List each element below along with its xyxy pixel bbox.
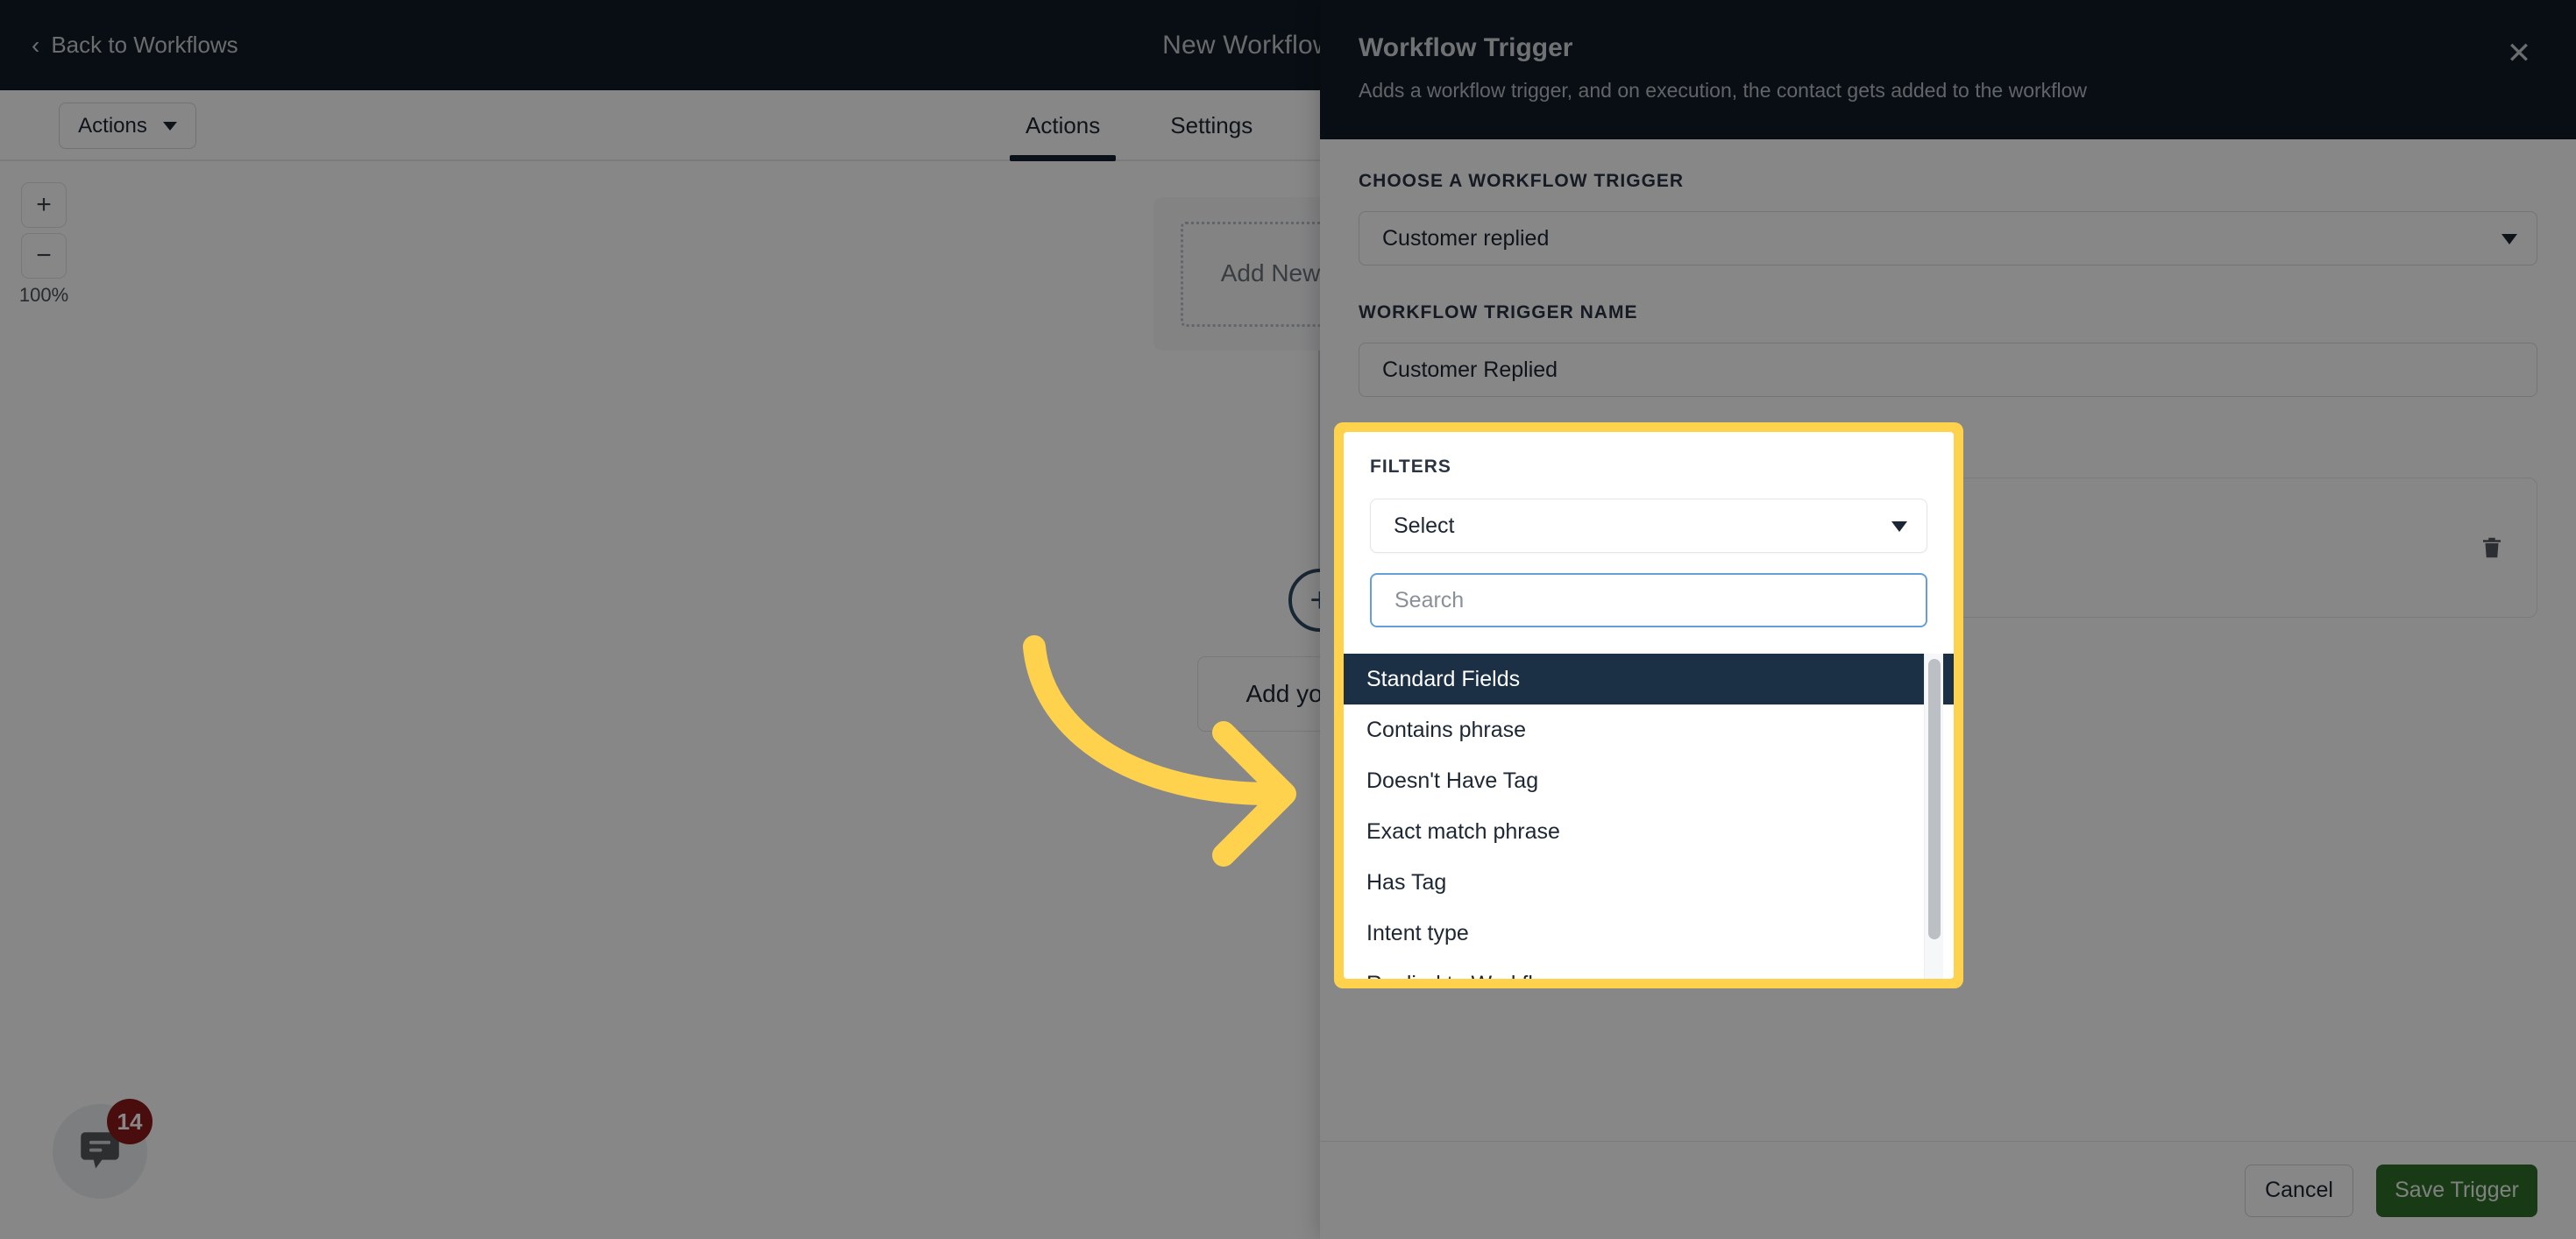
actions-dropdown-label: Actions xyxy=(78,113,147,138)
app-background: ‹ Back to Workflows New Workflow : 1687 … xyxy=(0,0,2576,1239)
filter-search-input[interactable]: Search xyxy=(1370,573,1927,627)
filter-option-replied-to-workflow[interactable]: Replied to Workflow xyxy=(1344,959,1954,980)
tab-actions[interactable]: Actions xyxy=(990,90,1135,161)
filter-dropdown-panel: FILTERS Select Search Standard Fields Co… xyxy=(1344,432,1954,979)
zoom-controls: + − 100% xyxy=(14,182,74,307)
panel-header: Workflow Trigger Adds a workflow trigger… xyxy=(1320,0,2576,139)
panel-title: Workflow Trigger xyxy=(1359,33,1573,62)
tab-settings[interactable]: Settings xyxy=(1135,90,1288,161)
chat-unread-badge: 14 xyxy=(107,1099,153,1144)
filter-option-doesnt-have-tag[interactable]: Doesn't Have Tag xyxy=(1344,755,1954,806)
filter-option-label: Replied to Workflow xyxy=(1366,972,1561,980)
cancel-button[interactable]: Cancel xyxy=(2245,1164,2353,1217)
filter-search-placeholder: Search xyxy=(1394,587,1465,612)
filter-list-scrollbar-thumb[interactable] xyxy=(1928,659,1941,939)
filter-option-contains-phrase[interactable]: Contains phrase xyxy=(1344,704,1954,755)
save-trigger-button[interactable]: Save Trigger xyxy=(2376,1164,2537,1217)
filter-option-intent-type[interactable]: Intent type xyxy=(1344,908,1954,959)
filter-option-standard-fields[interactable]: Standard Fields xyxy=(1344,654,1954,704)
chevron-down-icon xyxy=(162,121,177,131)
filter-option-list[interactable]: Standard Fields Contains phrase Doesn't … xyxy=(1344,654,1954,979)
screen-root: ‹ Back to Workflows New Workflow : 1687 … xyxy=(0,0,2576,1239)
save-trigger-label: Save Trigger xyxy=(2395,1178,2519,1202)
zoom-out-button[interactable]: − xyxy=(21,233,67,279)
tab-list: Actions Settings xyxy=(990,90,1288,161)
panel-footer: Cancel Save Trigger xyxy=(1320,1141,2576,1239)
curved-arrow-right-icon xyxy=(1023,635,1296,867)
zoom-level-label: 100% xyxy=(18,284,69,306)
trigger-type-value: Customer replied xyxy=(1382,225,1550,251)
filter-option-label: Intent type xyxy=(1366,920,1469,945)
trigger-type-select[interactable]: Customer replied xyxy=(1359,211,2537,266)
actions-dropdown-button[interactable]: Actions xyxy=(59,103,196,149)
cancel-label: Cancel xyxy=(2265,1178,2333,1202)
trigger-name-label: WORKFLOW TRIGGER NAME xyxy=(1359,302,1638,322)
panel-subtitle: Adds a workflow trigger, and on executio… xyxy=(1359,79,2088,102)
filter-option-exact-match-phrase[interactable]: Exact match phrase xyxy=(1344,806,1954,857)
filters-label: FILTERS xyxy=(1370,457,1451,477)
filter-option-label: Standard Fields xyxy=(1366,666,1521,691)
close-icon[interactable]: ✕ xyxy=(2501,35,2537,72)
filter-option-label: Doesn't Have Tag xyxy=(1366,768,1539,793)
chat-widget-button[interactable]: 14 xyxy=(53,1099,153,1199)
tab-actions-label: Actions xyxy=(1025,112,1101,138)
filter-option-label: Contains phrase xyxy=(1366,717,1527,742)
filter-list-scrollbar[interactable] xyxy=(1924,654,1943,979)
filter-option-label: Has Tag xyxy=(1366,869,1447,895)
filter-dropdown-highlight: FILTERS Select Search Standard Fields Co… xyxy=(1334,422,1963,988)
filter-option-label: Exact match phrase xyxy=(1366,818,1560,844)
filter-select-value: Select xyxy=(1394,513,1455,538)
chevron-down-icon xyxy=(2501,234,2517,244)
tab-settings-label: Settings xyxy=(1170,112,1253,138)
trigger-name-input[interactable]: Customer Replied xyxy=(1359,343,2537,397)
trash-icon[interactable] xyxy=(2479,531,2505,564)
trigger-name-value: Customer Replied xyxy=(1382,357,1558,382)
chevron-down-icon xyxy=(1891,521,1907,532)
filter-select[interactable]: Select xyxy=(1370,499,1927,553)
filter-option-has-tag[interactable]: Has Tag xyxy=(1344,857,1954,908)
trigger-type-label: CHOOSE A WORKFLOW TRIGGER xyxy=(1359,171,1685,191)
zoom-in-button[interactable]: + xyxy=(21,182,67,228)
